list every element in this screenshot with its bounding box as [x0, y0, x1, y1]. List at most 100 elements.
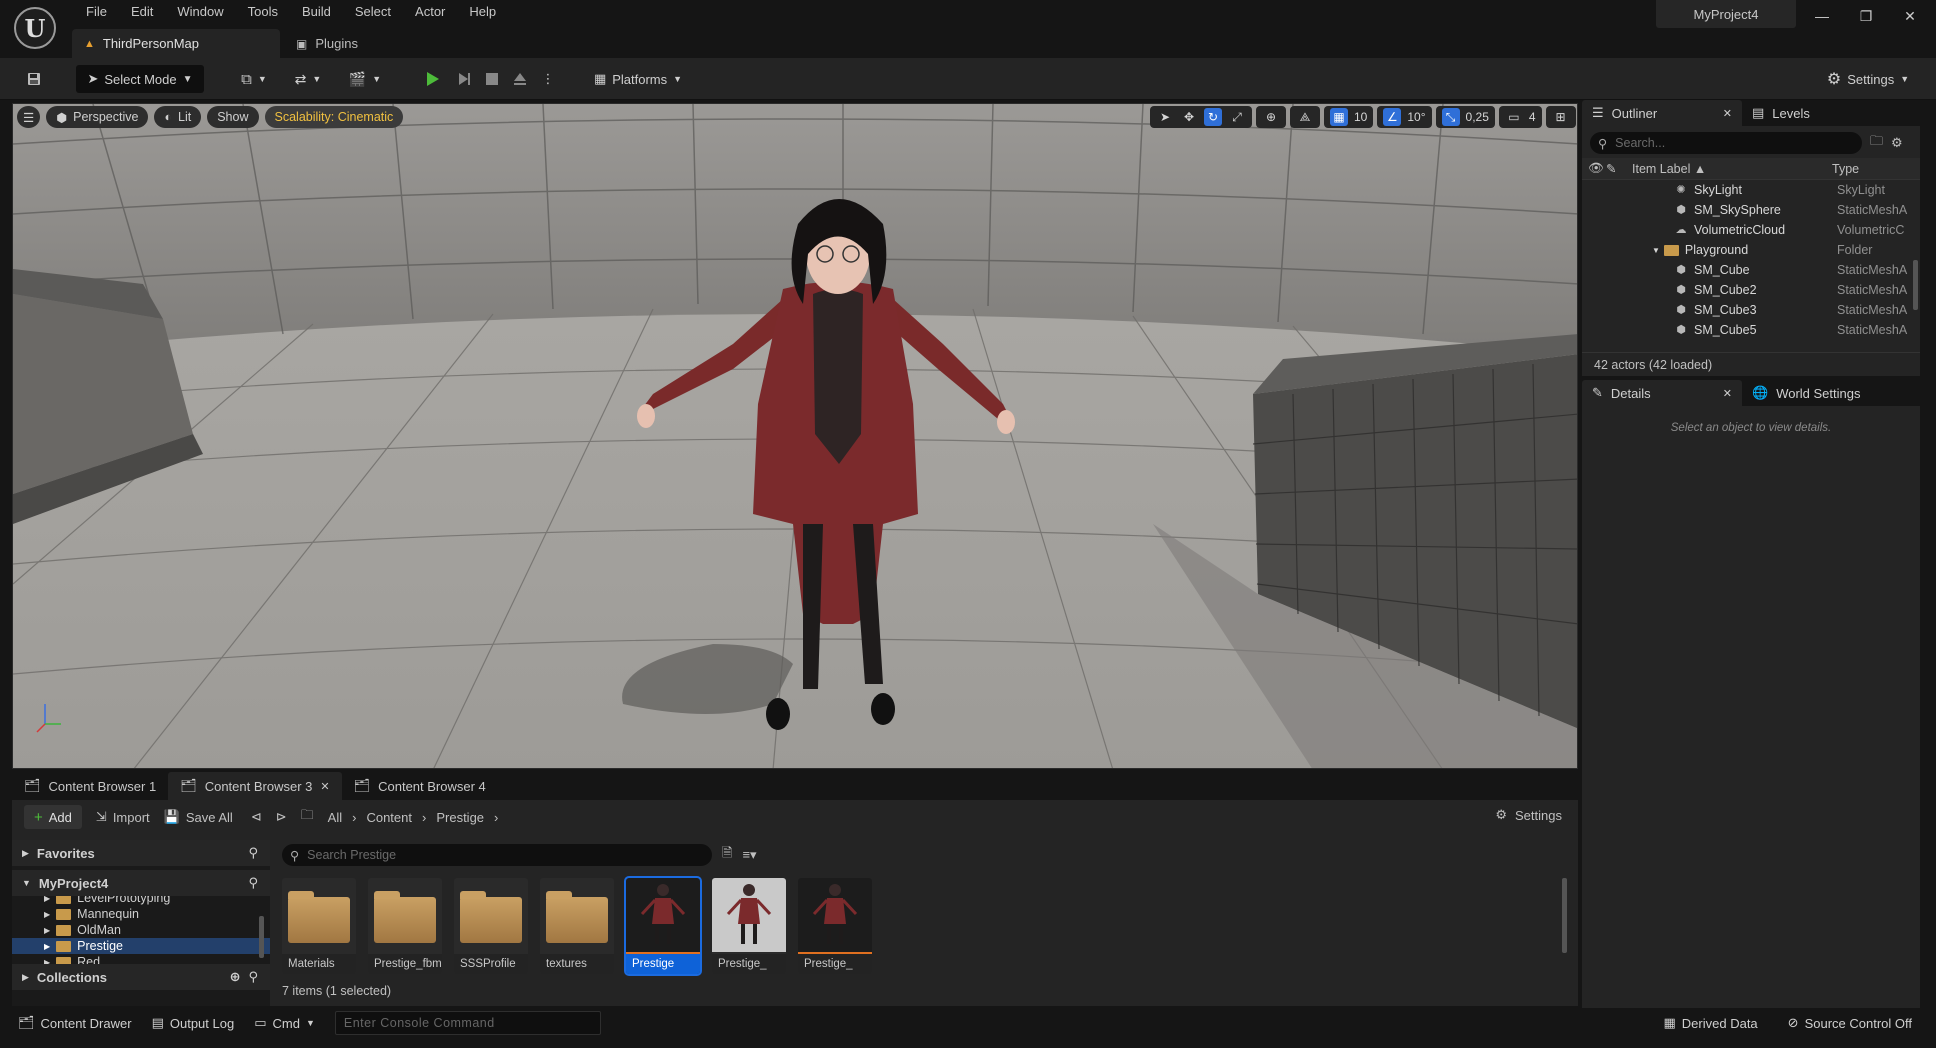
play-options-icon[interactable]: ⋮	[540, 65, 556, 93]
rotate-tool-icon[interactable]: ↻	[1204, 108, 1222, 126]
source-control-button[interactable]: ⊘ Source Control Off	[1788, 1010, 1912, 1036]
tree-folder-prestige[interactable]: ▶ Prestige	[12, 938, 270, 954]
menu-select[interactable]: Select	[343, 0, 403, 24]
save-all-button[interactable]: 💾 Save All	[164, 809, 233, 825]
outliner-search-input[interactable]: ⚲ Search...	[1590, 132, 1862, 154]
cb-search-input[interactable]: ⚲ Search Prestige	[282, 844, 712, 866]
history-back-icon[interactable]: ⊲	[251, 809, 262, 825]
tab-details[interactable]: ✎ Details ✕	[1582, 380, 1742, 406]
favorites-section[interactable]: ▶ Favorites ⚲	[12, 840, 270, 866]
close-icon[interactable]: ✕	[1723, 387, 1732, 400]
asset-folder[interactable]: SSSProfile	[454, 878, 528, 974]
asset-folder[interactable]: textures	[540, 878, 614, 974]
asset-skeletal-mesh[interactable]: Prestige	[624, 876, 702, 976]
breadcrumb-all[interactable]: All	[328, 810, 342, 825]
minimize-icon[interactable]: —	[1800, 0, 1844, 32]
asset-skeletal-mesh[interactable]: Prestige_	[712, 878, 786, 974]
history-forward-icon[interactable]: ⊳	[276, 809, 287, 825]
outliner-row[interactable]: ⬢ SM_Cube StaticMeshA	[1582, 260, 1920, 280]
layout-button[interactable]: ⊞	[1545, 106, 1576, 128]
close-icon[interactable]: ✕	[1723, 107, 1732, 120]
outliner-row[interactable]: ☁ VolumetricCloud VolumetricC	[1582, 220, 1920, 240]
outliner-row[interactable]: ⬢ SM_Cube2 StaticMeshA	[1582, 280, 1920, 300]
unreal-logo-icon[interactable]: U	[14, 7, 56, 49]
scalability-warning[interactable]: Scalability: Cinematic	[264, 106, 404, 128]
tree-folder-levelprototyping[interactable]: ▶ LevelPrototyping	[12, 896, 270, 906]
save-icon[interactable]	[22, 65, 46, 93]
close-icon[interactable]: ✕	[1888, 0, 1932, 32]
outliner-scrollbar[interactable]	[1913, 260, 1918, 310]
platforms-dropdown[interactable]: ▦ Platforms ▼	[588, 65, 688, 93]
level-viewport[interactable]: ☰ ⬢ Perspective ◐ Lit Show Scalability: …	[12, 103, 1578, 769]
grid-snap[interactable]: ▦ 10	[1324, 106, 1374, 128]
outliner-row[interactable]: ⬢ SM_Cube3 StaticMeshA	[1582, 300, 1920, 320]
column-item-label[interactable]: Item Label ▲	[1622, 162, 1706, 176]
add-collection-icon[interactable]: ⊕	[230, 969, 241, 985]
gear-icon[interactable]: ⚙	[1891, 135, 1903, 151]
step-button[interactable]	[452, 65, 476, 93]
menu-help[interactable]: Help	[457, 0, 508, 24]
tab-outliner[interactable]: ☰ Outliner ✕	[1582, 100, 1742, 126]
asset-folder[interactable]: Materials	[282, 878, 356, 974]
asset-skeletal-mesh[interactable]: Prestige_	[798, 878, 872, 974]
outliner-row[interactable]: ▼ Playground Folder	[1582, 240, 1920, 260]
rotation-snap[interactable]: ∠ 10°	[1377, 106, 1432, 128]
cinematics-button[interactable]: 🎬 ▼	[344, 65, 386, 93]
visibility-icon[interactable]: 👁	[1582, 161, 1604, 176]
filter-icon[interactable]: ≡▾	[742, 847, 756, 863]
viewport-menu-icon[interactable]: ☰	[17, 106, 41, 128]
eject-button[interactable]	[508, 65, 532, 93]
tree-folder-red[interactable]: ▶ Red	[12, 954, 270, 964]
perspective-button[interactable]: ⬢ Perspective	[46, 106, 149, 128]
tab-world-settings[interactable]: 🌐 World Settings	[1742, 380, 1870, 406]
menu-file[interactable]: File	[74, 0, 119, 24]
folder-icon[interactable]: 🗀	[301, 806, 314, 828]
menu-build[interactable]: Build	[290, 0, 343, 24]
outliner-row[interactable]: ⬢ SM_Cube5 StaticMeshA	[1582, 320, 1920, 340]
tree-scrollbar[interactable]	[259, 916, 264, 958]
save-search-icon[interactable]: 🗎	[722, 844, 732, 866]
blueprint-button[interactable]: ⇄ ▼	[288, 65, 328, 93]
menu-tools[interactable]: Tools	[236, 0, 290, 24]
console-command-input[interactable]: Enter Console Command	[334, 1011, 601, 1035]
pin-icon[interactable]: ✎	[1602, 161, 1622, 176]
cmd-dropdown[interactable]: ▭ Cmd ▼	[254, 1010, 315, 1036]
asset-folder[interactable]: Prestige_fbm	[368, 878, 442, 974]
search-icon[interactable]: ⚲	[248, 875, 258, 891]
select-tool-icon[interactable]: ➤	[1156, 108, 1174, 126]
tab-plugins[interactable]: ▣ Plugins	[290, 29, 358, 58]
project-section[interactable]: ▼ MyProject4 ⚲	[12, 870, 270, 896]
output-log-button[interactable]: ▤ Output Log	[152, 1010, 235, 1036]
scale-tool-icon[interactable]: ⤢	[1228, 108, 1246, 126]
breadcrumb-content[interactable]: Content	[366, 810, 412, 825]
lit-button[interactable]: ◐ Lit	[154, 106, 202, 128]
breadcrumb-prestige[interactable]: Prestige	[436, 810, 484, 825]
chevron-down-icon[interactable]: ▼	[1652, 246, 1660, 255]
tree-folder-mannequin[interactable]: ▶ Mannequin	[12, 906, 270, 922]
world-space-toggle[interactable]: ⊕	[1256, 106, 1286, 128]
show-button[interactable]: Show	[207, 106, 259, 128]
import-button[interactable]: ⇲ Import	[96, 809, 150, 825]
outliner-row[interactable]: ✺ SkyLight SkyLight	[1582, 180, 1920, 200]
tree-folder-oldman[interactable]: ▶ OldMan	[12, 922, 270, 938]
tab-content-browser-4[interactable]: 🗂 Content Browser 4	[342, 772, 498, 800]
content-drawer-button[interactable]: 🗂 Content Drawer	[18, 1010, 132, 1036]
camera-speed[interactable]: ▭ 4	[1498, 106, 1542, 128]
asset-scrollbar[interactable]	[1562, 878, 1567, 953]
tab-content-browser-3[interactable]: 🗂 Content Browser 3 ✕	[168, 772, 342, 800]
restore-icon[interactable]: ❐	[1844, 0, 1888, 32]
menu-edit[interactable]: Edit	[119, 0, 165, 24]
tab-third-person-map[interactable]: ▲ ThirdPersonMap	[72, 29, 280, 58]
tab-content-browser-1[interactable]: 🗂 Content Browser 1	[12, 772, 168, 800]
surface-snap-toggle[interactable]: ⟁	[1290, 106, 1320, 128]
add-actor-button[interactable]: ⧉ ▼	[232, 65, 276, 93]
cb-settings-button[interactable]: ⚙ Settings	[1495, 807, 1562, 823]
search-icon[interactable]: ⚲	[248, 845, 258, 861]
scale-snap[interactable]: ⤡ 0,25	[1435, 106, 1495, 128]
add-button[interactable]: + Add	[24, 805, 82, 829]
play-button[interactable]	[420, 65, 444, 93]
outliner-row[interactable]: ⬢ SM_SkySphere StaticMeshA	[1582, 200, 1920, 220]
menu-window[interactable]: Window	[165, 0, 235, 24]
select-mode-dropdown[interactable]: ➤ Select Mode ▼	[76, 65, 204, 93]
settings-dropdown[interactable]: ⚙ Settings ▼	[1822, 65, 1914, 93]
